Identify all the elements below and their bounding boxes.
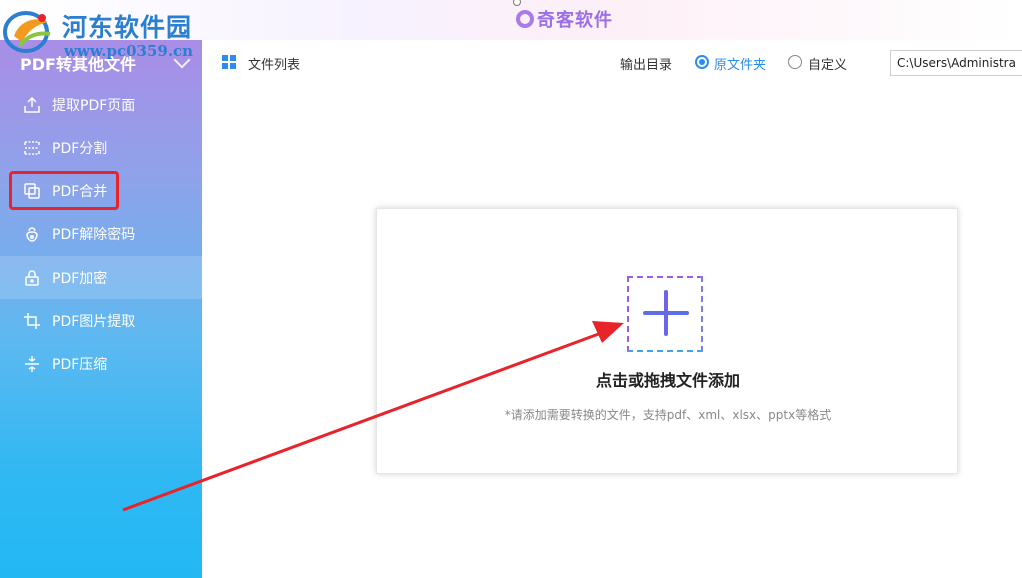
watermark-logo-icon [3, 11, 51, 53]
watermark-title: 河东软件园 [62, 13, 193, 42]
sidebar-item-extract-pages[interactable]: 提取PDF页面 [0, 83, 202, 126]
drop-zone-title: 点击或拖拽文件添加 [595, 371, 740, 390]
radio-custom-label[interactable]: 自定义 [808, 54, 847, 73]
sidebar-item-label: 提取PDF页面 [52, 97, 136, 114]
export-page-icon [22, 95, 42, 115]
crop-icon [22, 311, 42, 331]
file-list-label: 文件列表 [248, 58, 301, 73]
unlock-icon [22, 224, 42, 244]
split-icon [22, 138, 42, 158]
sidebar-item-remove-password[interactable]: PDF解除密码 [0, 212, 202, 255]
sidebar-item-split[interactable]: PDF分割 [0, 126, 202, 169]
compress-icon [22, 354, 42, 374]
add-file-button[interactable] [627, 276, 703, 352]
app-brand: 奇客软件 [516, 6, 613, 32]
plus-icon-vertical [664, 290, 668, 336]
sidebar-item-label: PDF加密 [52, 270, 108, 287]
drop-zone[interactable]: 点击或拖拽文件添加 *请添加需要转换的文件，支持pdf、xml、xlsx、ppt… [376, 208, 958, 474]
brand-name: 奇客软件 [537, 10, 613, 31]
sidebar-item-encrypt[interactable]: PDF加密 [0, 256, 202, 299]
sidebar-item-compress[interactable]: PDF压缩 [0, 342, 202, 385]
sidebar-item-label: PDF解除密码 [52, 226, 136, 243]
sidebar-item-image-extract[interactable]: PDF图片提取 [0, 299, 202, 342]
windows-grid-icon [222, 55, 236, 69]
output-path-input[interactable] [890, 50, 1022, 76]
sidebar: PDF转其他文件 提取PDF页面 PDF分割 PDF合并 PDF解除密码 PDF… [0, 40, 202, 578]
sidebar-item-label: PDF压缩 [52, 356, 108, 373]
lock-icon [22, 268, 42, 288]
sidebar-item-label: PDF图片提取 [52, 313, 136, 330]
annotation-highlight-box [9, 171, 119, 210]
watermark: 河东软件园 www.pc0359.cn [2, 2, 202, 62]
radio-source-folder[interactable] [695, 55, 709, 69]
drop-zone-hint: *请添加需要转换的文件，支持pdf、xml、xlsx、pptx等格式 [504, 408, 832, 422]
sidebar-item-label: PDF分割 [52, 140, 108, 157]
radio-custom[interactable] [788, 55, 802, 69]
watermark-url: www.pc0359.cn [64, 42, 194, 60]
radio-source-folder-label[interactable]: 原文件夹 [714, 54, 766, 73]
toolbar: 文件列表 输出目录 原文件夹 自定义 [202, 40, 1022, 84]
brand-logo-icon [516, 10, 534, 28]
output-dir-label: 输出目录 [620, 58, 673, 73]
